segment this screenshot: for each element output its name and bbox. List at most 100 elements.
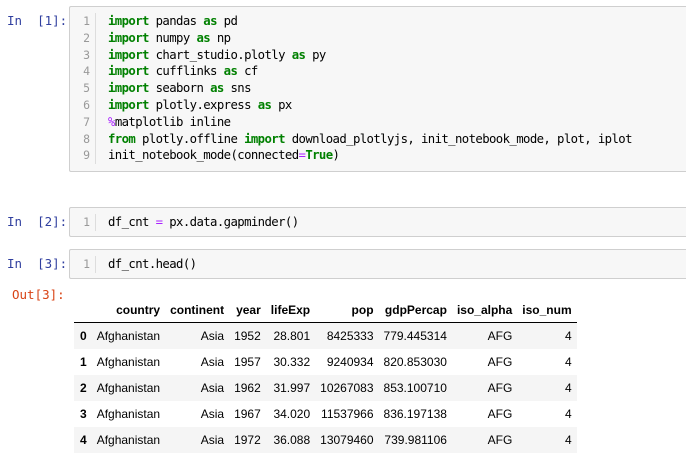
line-number: 7 (70, 113, 96, 131)
column-header-lifeExp: lifeExp (265, 298, 316, 323)
table-cell-gdpPercap: 836.197138 (383, 407, 447, 421)
table-cell-year: 1957 (234, 355, 261, 369)
code-token: as (203, 14, 217, 28)
code-token: as (291, 47, 306, 62)
code-token: ) (332, 148, 340, 163)
code-token: True (305, 148, 333, 163)
row-index: 4 (80, 433, 87, 447)
line-number: 5 (70, 80, 96, 97)
code-line[interactable]: 1 df_cnt.head() (70, 256, 686, 273)
table-cell-pop: 10267083 (320, 381, 374, 395)
code-text: import chart_studio.plotly as py (96, 47, 326, 64)
code-token: df_cnt.head() (108, 257, 197, 271)
index-header (74, 298, 92, 323)
code-token: plotly.express (148, 98, 258, 112)
table-cell-iso_alpha: AFG (487, 433, 513, 447)
table-cell-year: 1972 (234, 433, 261, 447)
table-cell-iso_alpha: AFG (487, 407, 513, 421)
code-line[interactable]: 2 import numpy as np (70, 29, 686, 47)
code-text: init_notebook_mode(connected=True) (96, 147, 340, 164)
line-number: 8 (70, 130, 96, 148)
row-index: 0 (80, 329, 87, 343)
column-header-year: year (229, 298, 266, 323)
code-text: df_cnt = px.data.gapminder() (96, 214, 299, 231)
code-line[interactable]: 7 %matplotlib inline (70, 113, 686, 131)
code-token: plotly.offline (135, 131, 245, 146)
code-editor[interactable]: 1 import pandas as pd 2 import numpy as np 3… (69, 6, 686, 172)
table-cell-country: Afghanistan (96, 355, 161, 369)
row-index: 2 (80, 381, 87, 395)
table-cell-pop: 11537966 (321, 407, 374, 421)
table-cell-continent: Asia (200, 433, 225, 447)
code-text: import pandas as pd (96, 13, 238, 30)
code-token: download_plotlyjs, init_notebook_mode, p… (284, 131, 633, 146)
code-line[interactable]: 6 import plotly.express as px (70, 97, 686, 114)
line-number: 1 (70, 214, 96, 231)
table-cell-pop: 9240934 (326, 355, 374, 369)
code-token: sns (223, 81, 251, 96)
code-line[interactable]: 3 import chart_studio.plotly as py (70, 46, 686, 64)
column-header-pop: pop (315, 298, 379, 323)
table-cell-iso_num: 4 (564, 433, 572, 447)
column-header-iso_alpha: iso_alpha (451, 298, 518, 323)
table-cell-continent: Asia (200, 381, 225, 395)
column-header-iso_num: iso_num (517, 298, 577, 323)
code-line[interactable]: 5 import seaborn as sns (70, 80, 686, 97)
code-token: import (108, 14, 149, 28)
code-line[interactable]: 1 df_cnt = px.data.gapminder() (70, 214, 686, 231)
table-header-row: country continent year lifeExp pop gdpPercap i… (74, 298, 577, 323)
code-editor[interactable]: 1 df_cnt.head() (69, 249, 686, 279)
code-token: import (108, 64, 149, 79)
code-cell-1[interactable]: In [1]: 1 import pandas as pd 2 import nump… (0, 0, 686, 180)
code-text: import cufflinks as cf (96, 63, 258, 80)
row-index: 1 (80, 355, 87, 369)
column-header-country: country (91, 298, 166, 323)
line-number: 6 (70, 97, 96, 114)
table-cell-lifeExp: 30.332 (273, 355, 311, 369)
code-token: as (196, 30, 211, 45)
code-line[interactable]: 9 init_notebook_mode(connected=True) (70, 147, 686, 165)
column-header-gdpPercap: gdpPercap (378, 298, 452, 323)
input-prompt: In [2]: (7, 214, 68, 229)
table-cell-iso_num: 4 (564, 329, 572, 343)
code-token: cf (237, 64, 258, 79)
code-token: from (108, 131, 136, 146)
dataframe-table: country continent year lifeExp pop gdpPercap i… (74, 298, 577, 453)
code-text: %matplotlib inline (96, 114, 231, 131)
code-token: chart_studio.plotly (148, 47, 292, 62)
table-cell-pop: 13079460 (320, 433, 374, 447)
code-text: import numpy as np (96, 30, 231, 47)
table-cell-country: Afghanistan (96, 329, 161, 343)
table-cell-pop: 8425333 (326, 329, 374, 343)
code-token: import (108, 98, 149, 112)
code-text: from plotly.offline import download_plot… (96, 131, 632, 148)
table-cell-year: 1952 (234, 329, 261, 343)
code-editor[interactable]: 1 df_cnt = px.data.gapminder() (69, 207, 686, 237)
code-text: df_cnt.head() (96, 256, 197, 273)
table-cell-continent: Asia (200, 407, 225, 421)
table-cell-continent: Asia (200, 329, 225, 343)
code-cell-2[interactable]: In [2]: 1 df_cnt = px.data.gapminder() (0, 200, 686, 240)
line-number: 1 (70, 256, 96, 273)
line-number: 2 (70, 29, 96, 47)
code-token: px (271, 98, 292, 112)
table-cell-country: Afghanistan (96, 433, 161, 447)
table-row: 4 Afghanistan Asia 1972 36.088 13079460 739.98… (74, 427, 577, 453)
code-token: as (210, 81, 224, 96)
table-cell-iso_num: 4 (564, 355, 572, 369)
table-cell-iso_alpha: AFG (487, 381, 513, 395)
input-prompt: In [3]: (7, 256, 68, 271)
code-token: import (108, 47, 149, 62)
table-cell-lifeExp: 31.997 (273, 381, 311, 395)
code-token: cufflinks (148, 64, 224, 79)
code-line[interactable]: 1 import pandas as pd (70, 13, 686, 30)
table-cell-gdpPercap: 820.853030 (383, 355, 447, 369)
code-token: % (108, 114, 115, 129)
row-index: 3 (80, 407, 87, 421)
line-number: 4 (70, 63, 96, 81)
table-row: 3 Afghanistan Asia 1967 34.020 11537966 836.19… (74, 401, 577, 427)
code-line[interactable]: 4 import cufflinks as cf (70, 63, 686, 81)
code-line[interactable]: 8 from plotly.offline import download_plo… (70, 130, 686, 148)
table-cell-country: Afghanistan (96, 381, 161, 395)
table-row: 1 Afghanistan Asia 1957 30.332 9240934 820.853… (74, 349, 577, 375)
